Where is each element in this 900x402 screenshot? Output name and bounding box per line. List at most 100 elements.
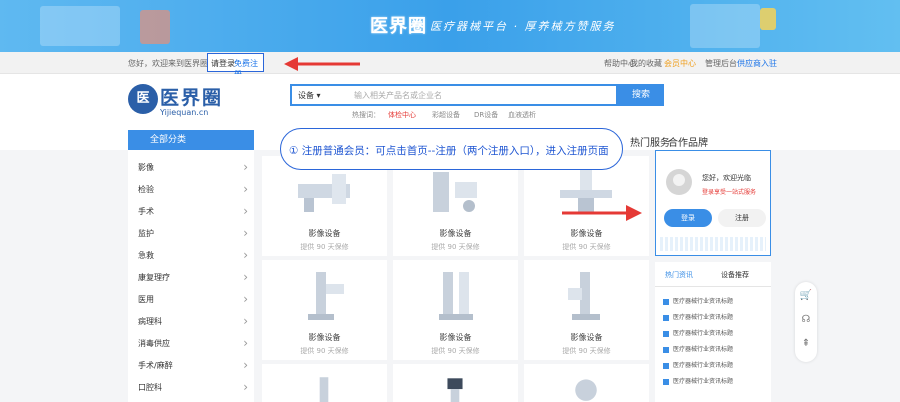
category-label: 影像 [138,163,154,172]
topbar-link[interactable]: 管理后台 [705,58,737,69]
product-subtitle: 提供 90 天保修 [431,243,480,251]
search-input[interactable]: 输入相关产品名或企业名 [354,90,442,101]
hot-link[interactable]: 体检中心 [388,110,416,120]
product-card[interactable]: 影像设备 提供 90 天保修 [393,156,518,256]
category-list: 影像 › 检验 › 手术 › 监护 › 急救 › 康复理疗 › 医用 › 病理科 › 消毒供应 ›… [128,150,254,402]
product-subtitle: 提供 90 天保修 [562,243,611,251]
logo-mark[interactable]: 医 [128,84,158,114]
category-item[interactable]: 消毒供应 › [138,336,248,350]
product-title: 影像设备 [570,229,603,238]
category-item[interactable]: 口腔科 › [138,380,248,394]
service-icon[interactable]: ☊ [795,314,817,325]
arrow-left-icon [284,57,360,71]
nav-item[interactable]: 热门服务 [630,134,670,149]
banner-deco [760,8,776,30]
product-title: 影像设备 [570,333,603,342]
login-button[interactable]: 登录 [664,209,712,227]
register-button[interactable]: 注册 [718,209,766,227]
product-image [575,379,597,401]
hot-label: 热搜词： [352,111,380,119]
category-item[interactable]: 监护 › [138,226,248,240]
chevron-right-icon: › [243,226,248,240]
product-image [433,172,477,212]
avatar [666,169,692,195]
chevron-right-icon: › [243,336,248,350]
category-header[interactable]: 全部分类 [128,130,254,150]
bullet-icon [663,298,669,305]
product-card[interactable]: 影像设备 提供 90 天保修 [262,260,387,360]
bullet-icon [663,330,669,337]
bullet-icon [663,346,669,353]
product-subtitle: 提供 90 天保修 [562,347,611,355]
category-label: 手术 [138,207,154,216]
news-title: 医疗器械行业资讯标题 [673,346,734,353]
category-item[interactable]: 检验 › [138,182,248,196]
product-image [298,174,350,212]
topbar-link[interactable]: 我的收藏 [630,58,662,69]
nav-item[interactable]: 合作品牌 [668,134,708,149]
divider [655,286,771,287]
news-item[interactable]: 医疗器械行业资讯标题 [663,296,733,305]
category-label: 康复理疗 [138,273,170,282]
product-title: 影像设备 [439,229,472,238]
category-item[interactable]: 康复理疗 › [138,270,248,284]
logo-domain: Yijiequan.cn [160,108,209,117]
product-image [439,272,473,320]
product-card[interactable] [393,364,518,402]
category-label: 消毒供应 [138,339,170,348]
product-subtitle: 提供 90 天保修 [300,347,349,355]
news-item[interactable]: 医疗器械行业资讯标题 [663,312,733,321]
news-item[interactable]: 医疗器械行业资讯标题 [663,328,733,337]
greeting-text: 您好，欢迎来到医界圈 [128,59,208,68]
logo-name[interactable]: 医界圈 [160,83,223,110]
top-icon[interactable]: ⇞ [795,338,817,349]
category-label: 病理科 [138,317,162,326]
bullet-icon [663,314,669,321]
news-title: 医疗器械行业资讯标题 [673,362,734,369]
product-title: 影像设备 [308,229,341,238]
topbar-link[interactable]: 供应商入驻 [737,58,777,69]
category-label: 监护 [138,229,154,238]
banner-brand: 医界圈 [370,16,427,37]
floating-toolbar: 🛒 ☊ ⇞ [795,282,817,362]
category-item[interactable]: 影像 › [138,160,248,174]
category-item[interactable]: 手术 › [138,204,248,218]
product-subtitle: 提供 90 天保修 [431,347,480,355]
product-title: 影像设备 [308,333,341,342]
chevron-right-icon: › [243,160,248,174]
tab-recommend[interactable]: 设备推荐 [721,270,749,280]
chevron-right-icon: › [243,248,248,262]
product-card[interactable] [262,364,387,402]
news-item[interactable]: 医疗器械行业资讯标题 [663,376,733,385]
news-item[interactable]: 医疗器械行业资讯标题 [663,344,733,353]
bullet-icon [663,362,669,369]
product-card[interactable]: 影像设备 提供 90 天保修 [524,260,649,360]
category-label: 急救 [138,251,154,260]
login-link[interactable]: 请登录 [211,58,235,69]
hot-link[interactable]: 血液透析 [508,110,536,120]
product-subtitle: 提供 90 天保修 [300,243,349,251]
banner-slogan: 医疗器械平台 · 厚养械方赞服务 [430,20,616,33]
chevron-right-icon: › [243,182,248,196]
news-title: 医疗器械行业资讯标题 [673,378,734,385]
news-item[interactable]: 医疗器械行业资讯标题 [663,360,733,369]
product-card[interactable] [524,364,649,402]
chevron-right-icon: › [243,314,248,328]
category-item[interactable]: 病理科 › [138,314,248,328]
search-category-select[interactable]: 设备 ▾ [298,90,321,101]
topbar-link[interactable]: 会员中心 [664,58,696,69]
category-item[interactable]: 医用 › [138,292,248,306]
product-card[interactable]: 影像设备 提供 90 天保修 [393,260,518,360]
search-button[interactable]: 搜索 [618,84,664,106]
category-item[interactable]: 急救 › [138,248,248,262]
chevron-right-icon: › [243,358,248,372]
top-banner: 医界圈 医疗器械平台 · 厚养械方赞服务 [0,0,900,52]
hot-link[interactable]: DR设备 [474,110,498,120]
news-title: 医疗器械行业资讯标题 [673,314,734,321]
tab-hot-news[interactable]: 热门资讯 [665,270,693,280]
product-title: 影像设备 [439,333,472,342]
cart-icon[interactable]: 🛒 [795,290,817,301]
product-card[interactable]: 影像设备 提供 90 天保修 [262,156,387,256]
category-item[interactable]: 手术/麻醉 › [138,358,248,372]
hot-link[interactable]: 彩超设备 [432,110,460,120]
